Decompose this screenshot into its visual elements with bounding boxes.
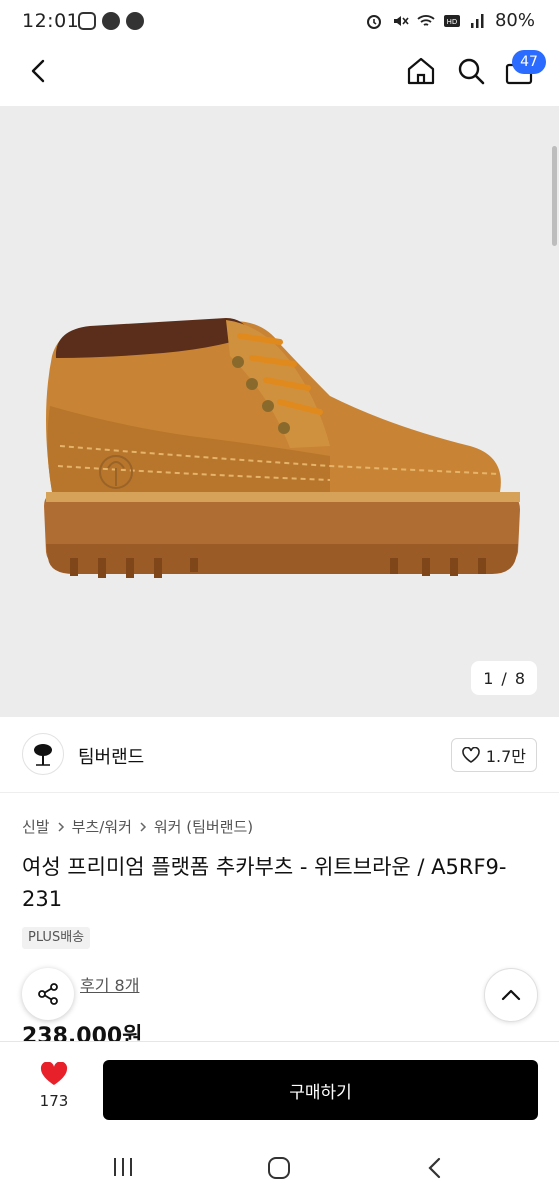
buy-button[interactable]: 구매하기 [103,1060,538,1120]
wifi-icon [417,14,435,26]
review-link[interactable]: 후기 8개 [80,972,139,996]
back-arrow-icon[interactable] [24,56,54,86]
brand-like-count: 1.7만 [485,747,526,766]
system-back-icon[interactable] [424,1155,446,1181]
facebook-icon [126,12,144,30]
breadcrumb-item[interactable]: 부츠/워커 [72,816,132,837]
chevron-right-icon [140,821,146,832]
kakaotalk-icon [102,12,120,30]
instagram-icon [78,12,96,30]
pager-separator: / [501,668,507,688]
cart-count-badge: 47 [512,50,546,74]
share-icon [38,983,58,1005]
alarm-icon [366,14,381,29]
category-breadcrumb: 신발 부츠/워커 워커 (팀버랜드) [22,816,253,837]
image-pager[interactable]: 1 / 8 [471,661,537,695]
scroll-to-top-button[interactable] [484,968,538,1022]
system-navigation-bar [0,1135,559,1200]
pager-total: 8 [514,668,525,688]
timberland-tree-icon [34,744,52,766]
hd-voice-icon: HD [443,14,460,27]
shipping-badge: PLUS배송 [22,927,91,949]
brand-logo[interactable] [22,733,64,775]
breadcrumb-item[interactable]: 워커 (팀버랜드) [154,816,253,837]
brand-name[interactable]: 팀버랜드 [78,743,144,769]
status-bar: 12:01 HD 80% [0,0,559,44]
brand-row[interactable]: 팀버랜드 1.7만 [0,717,559,793]
home-icon[interactable] [404,54,438,88]
home-button-icon[interactable] [266,1155,292,1181]
signal-icon [470,13,484,28]
breadcrumb-item[interactable]: 신발 [22,816,50,837]
notification-icons [78,12,144,30]
svg-text:HD: HD [447,18,458,26]
top-navigation: 47 [0,44,559,106]
recent-apps-icon[interactable] [110,1155,136,1179]
product-boot-image [44,318,520,578]
brand-like-button[interactable]: 1.7만 [450,738,537,772]
chevron-right-icon [58,821,64,832]
chevron-up-icon [501,989,521,1001]
product-image-gallery[interactable]: 1 / 8 [0,106,559,717]
purchase-bar: 173 구매하기 [0,1041,559,1135]
search-icon[interactable] [454,54,488,88]
wishlist-button[interactable]: 173 [22,1061,86,1110]
page-scrollbar[interactable] [552,146,557,246]
battery-level: 80% [494,10,535,31]
pager-current: 1 [483,668,494,688]
heart-outline-icon [462,747,480,763]
wishlist-count: 173 [39,1092,69,1110]
system-status-icons: HD 80% [365,10,535,31]
share-button[interactable] [22,968,74,1020]
heart-filled-icon [40,1061,68,1085]
status-time: 12:01 [22,10,80,32]
product-title: 여성 프리미엄 플랫폼 추카부츠 - 위트브라운 / A5RF9-231 [22,855,507,911]
mute-icon [393,15,409,26]
